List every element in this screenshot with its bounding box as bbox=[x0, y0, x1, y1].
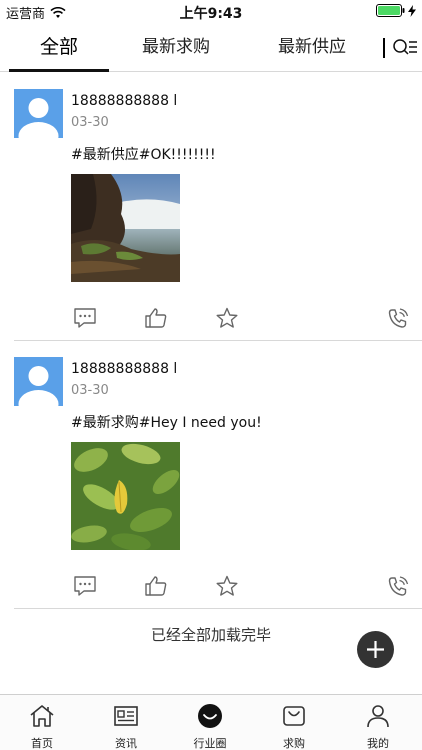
phone-icon[interactable] bbox=[386, 307, 410, 329]
status-time: 上午9:43 bbox=[179, 6, 243, 22]
nav-home[interactable]: 首页 bbox=[0, 695, 84, 750]
like-icon[interactable] bbox=[144, 575, 168, 597]
bottom-nav: 首页 资讯 行业圈 求购 我的 bbox=[0, 694, 422, 750]
charging-icon bbox=[408, 4, 416, 17]
post-date: 03-30 bbox=[71, 383, 109, 398]
user-avatar-icon bbox=[14, 89, 63, 138]
post-divider bbox=[14, 340, 422, 341]
circle-icon bbox=[198, 704, 222, 728]
status-bar: 运营商 上午9:43 bbox=[0, 0, 422, 22]
avatar[interactable] bbox=[14, 89, 63, 138]
star-icon[interactable] bbox=[215, 575, 239, 597]
avatar[interactable] bbox=[14, 357, 63, 406]
comment-icon[interactable] bbox=[73, 307, 97, 329]
tab-latest-supply[interactable]: 最新供应 bbox=[262, 22, 362, 72]
nav-industry-circle[interactable]: 行业圈 bbox=[168, 695, 252, 750]
tab-all[interactable]: 全部 bbox=[9, 22, 109, 72]
leaves-photo bbox=[71, 442, 180, 550]
news-icon bbox=[114, 706, 138, 726]
status-right bbox=[376, 4, 416, 17]
nav-purchase[interactable]: 求购 bbox=[252, 695, 336, 750]
add-post-button[interactable] bbox=[357, 631, 394, 668]
bag-icon bbox=[283, 706, 305, 726]
nav-home-label: 首页 bbox=[31, 737, 53, 750]
active-tab-indicator bbox=[9, 69, 109, 72]
post-text: #最新求购#Hey I need you! bbox=[71, 415, 262, 431]
nav-mine-label: 我的 bbox=[367, 737, 389, 750]
nav-industry-circle-label: 行业圈 bbox=[193, 737, 227, 750]
tab-latest-purchase[interactable]: 最新求购 bbox=[126, 22, 226, 72]
plus-icon bbox=[367, 641, 384, 658]
post-text: #最新供应#OK!!!!!!!! bbox=[71, 147, 216, 163]
post-image-waterfall[interactable] bbox=[71, 174, 180, 282]
waterfall-photo bbox=[71, 174, 180, 282]
user-icon bbox=[367, 705, 389, 728]
user-avatar-icon bbox=[14, 357, 63, 406]
post-username[interactable]: 18888888888 l bbox=[71, 93, 177, 109]
tab-bar: 全部 最新求购 最新供应 bbox=[0, 22, 422, 72]
nav-mine[interactable]: 我的 bbox=[336, 695, 420, 750]
tab-divider bbox=[383, 38, 385, 58]
star-icon[interactable] bbox=[215, 307, 239, 329]
post-image-leaves[interactable] bbox=[71, 442, 180, 550]
nav-purchase-label: 求购 bbox=[283, 737, 305, 750]
post-username[interactable]: 18888888888 l bbox=[71, 361, 177, 377]
post-date: 03-30 bbox=[71, 115, 109, 130]
nav-news-label: 资讯 bbox=[115, 737, 137, 750]
battery-icon bbox=[376, 4, 405, 17]
comment-icon[interactable] bbox=[73, 575, 97, 597]
like-icon[interactable] bbox=[144, 307, 168, 329]
search-filter-icon[interactable] bbox=[392, 37, 418, 59]
nav-news[interactable]: 资讯 bbox=[84, 695, 168, 750]
post-divider bbox=[14, 608, 422, 609]
home-icon bbox=[30, 705, 54, 727]
phone-icon[interactable] bbox=[386, 575, 410, 597]
